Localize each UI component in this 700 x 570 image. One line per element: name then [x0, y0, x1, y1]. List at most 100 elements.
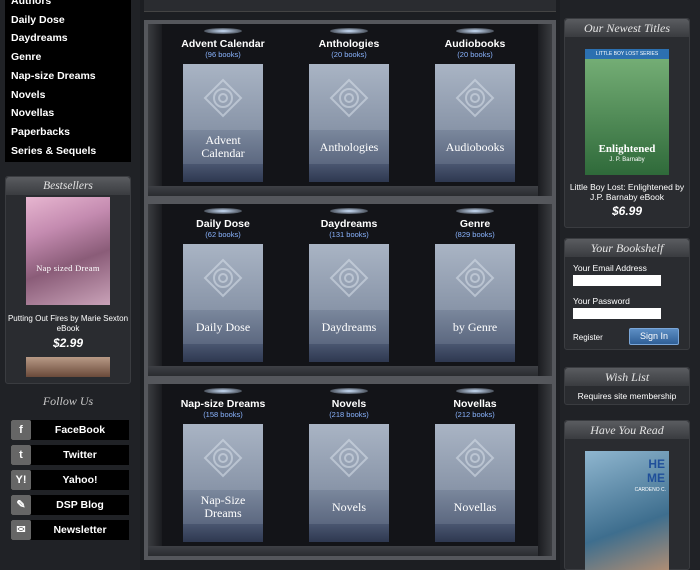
- category-book[interactable]: Anthologies (20 books) Anthologies: [306, 28, 392, 182]
- category-cover-foot: [183, 164, 263, 182]
- category-cover[interactable]: by Genre: [435, 244, 515, 362]
- left-sidebar: Authors Daily Dose Daydreams Genre Nap-size …: [0, 0, 140, 570]
- genre-link[interactable]: Novels: [11, 86, 131, 105]
- spotlight-glow: [330, 388, 368, 394]
- category-cover[interactable]: Anthologies: [309, 64, 389, 182]
- category-cover[interactable]: Novels: [309, 424, 389, 542]
- category-cover-foot: [309, 524, 389, 542]
- spotlight-glow: [204, 208, 242, 214]
- spotlight-glow: [456, 388, 494, 394]
- category-title: Audiobooks: [444, 38, 506, 50]
- bestsellers-heading: Bestsellers: [6, 177, 130, 195]
- social-icon: t: [11, 445, 31, 465]
- category-cover[interactable]: Daily Dose: [183, 244, 263, 362]
- category-cover-foot: [435, 524, 515, 542]
- category-book[interactable]: Daydreams (131 books) Daydreams: [306, 208, 392, 362]
- genre-link[interactable]: Series & Sequels: [11, 142, 131, 161]
- dsp-logo-icon: [455, 258, 495, 298]
- your-bookshelf-heading: Your Bookshelf: [565, 239, 689, 257]
- page-root: Authors Daily Dose Daydreams Genre Nap-size …: [0, 0, 700, 570]
- social-facebook-link[interactable]: f FaceBook: [11, 420, 129, 440]
- genre-link[interactable]: Novellas: [11, 104, 131, 123]
- social-yahoo-link[interactable]: Y! Yahoo!: [11, 470, 129, 490]
- category-cover[interactable]: Nap-Size Dreams: [183, 424, 263, 542]
- sign-in-button[interactable]: Sign In: [629, 328, 679, 345]
- hr-cover-author: CARDENO C.: [634, 487, 666, 493]
- have-you-read-panel: Have You Read HE ME CARDENO C.: [564, 420, 690, 570]
- category-count: (212 books): [455, 410, 495, 419]
- category-cover[interactable]: Advent Calendar: [183, 64, 263, 182]
- shelf-floor: [148, 186, 552, 196]
- category-cover-foot: [183, 524, 263, 542]
- hr-cover-title-1: HE: [648, 457, 665, 471]
- spotlight-glow: [456, 208, 494, 214]
- newest-cover-title: Enlightened: [598, 143, 656, 155]
- bookshelf-area: Advent Calendar (96 books) Advent Calendar…: [144, 0, 556, 570]
- genre-link[interactable]: Authors: [11, 0, 131, 11]
- newest-caption[interactable]: Little Boy Lost: Enlightened by J.P. Bar…: [565, 182, 689, 202]
- spotlight-glow: [330, 28, 368, 34]
- category-cover[interactable]: Audiobooks: [435, 64, 515, 182]
- social-twitter-link[interactable]: t Twitter: [11, 445, 129, 465]
- category-book[interactable]: Advent Calendar (96 books) Advent Calendar: [180, 28, 266, 182]
- category-title: Novellas: [453, 398, 497, 410]
- category-count: (62 books): [205, 230, 241, 239]
- email-field[interactable]: [573, 275, 661, 286]
- social-label: DSP Blog: [56, 499, 104, 511]
- social-newsletter-link[interactable]: ✉ Newsletter: [11, 520, 129, 540]
- social-icon: ✎: [11, 495, 31, 515]
- genre-link[interactable]: Daily Dose: [11, 11, 131, 30]
- dsp-logo-icon: [455, 438, 495, 478]
- category-title: Daydreams: [320, 218, 378, 230]
- newest-cover[interactable]: LITTLE BOY LOST SERIES Enlightened J. P.…: [585, 49, 669, 175]
- bestseller-next-cover[interactable]: [26, 357, 110, 377]
- genre-link[interactable]: Paperbacks: [11, 123, 131, 142]
- spotlight-glow: [204, 388, 242, 394]
- category-count: (20 books): [457, 50, 493, 59]
- category-book[interactable]: Genre (829 books) by Genre: [432, 208, 518, 362]
- password-field[interactable]: [573, 308, 661, 319]
- email-label: Your Email Address: [573, 263, 647, 273]
- social-label: FaceBook: [54, 424, 106, 436]
- category-book[interactable]: Novellas (212 books) Novellas: [432, 388, 518, 542]
- category-count: (829 books): [455, 230, 495, 239]
- social-icon: ✉: [11, 520, 31, 540]
- category-title: Nap-size Dreams: [180, 398, 266, 410]
- category-cover-label: Anthologies: [309, 130, 389, 164]
- your-bookshelf-panel: Your Bookshelf Your Email Address Your P…: [564, 238, 690, 350]
- category-cover[interactable]: Daydreams: [309, 244, 389, 362]
- register-link[interactable]: Register: [573, 333, 603, 342]
- wish-list-note: Requires site membership: [577, 391, 677, 401]
- category-title: Novels: [331, 398, 367, 410]
- wish-list-panel: Wish List Requires site membership: [564, 367, 690, 405]
- dsp-logo-icon: [203, 78, 243, 118]
- category-book[interactable]: Daily Dose (62 books) Daily Dose: [180, 208, 266, 362]
- wish-list-heading[interactable]: Wish List: [565, 368, 689, 386]
- bestseller-cover[interactable]: Nap sized Dream: [26, 197, 110, 305]
- genre-link[interactable]: Nap-size Dreams: [11, 67, 131, 86]
- category-count: (158 books): [203, 410, 243, 419]
- have-you-read-cover[interactable]: HE ME CARDENO C.: [585, 451, 669, 570]
- category-book[interactable]: Novels (218 books) Novels: [306, 388, 392, 542]
- category-cover[interactable]: Novellas: [435, 424, 515, 542]
- genre-link[interactable]: Genre: [11, 48, 131, 67]
- category-cover-foot: [309, 164, 389, 182]
- bestseller-caption[interactable]: Putting Out Fires by Marie Sexton eBook: [6, 314, 130, 334]
- shelf-row: Nap-size Dreams (158 books) Nap-Size Dream…: [144, 380, 556, 560]
- dsp-logo-icon: [203, 438, 243, 478]
- genre-link[interactable]: Daydreams: [11, 29, 131, 48]
- category-cover-label: Audiobooks: [435, 130, 515, 164]
- bestseller-price: $2.99: [52, 336, 84, 350]
- password-label: Your Password: [573, 296, 630, 306]
- category-cover-label: Novellas: [435, 490, 515, 524]
- category-count: (20 books): [331, 50, 367, 59]
- category-book[interactable]: Audiobooks (20 books) Audiobooks: [432, 28, 518, 182]
- category-cover-foot: [435, 344, 515, 362]
- social-dspblog-link[interactable]: ✎ DSP Blog: [11, 495, 129, 515]
- category-book[interactable]: Nap-size Dreams (158 books) Nap-Size Dream…: [180, 388, 266, 542]
- dsp-logo-icon: [329, 258, 369, 298]
- newest-cover-series: LITTLE BOY LOST SERIES: [585, 49, 669, 59]
- category-cover-label: Daily Dose: [183, 310, 263, 344]
- dsp-logo-icon: [455, 78, 495, 118]
- category-cover-label: Daydreams: [309, 310, 389, 344]
